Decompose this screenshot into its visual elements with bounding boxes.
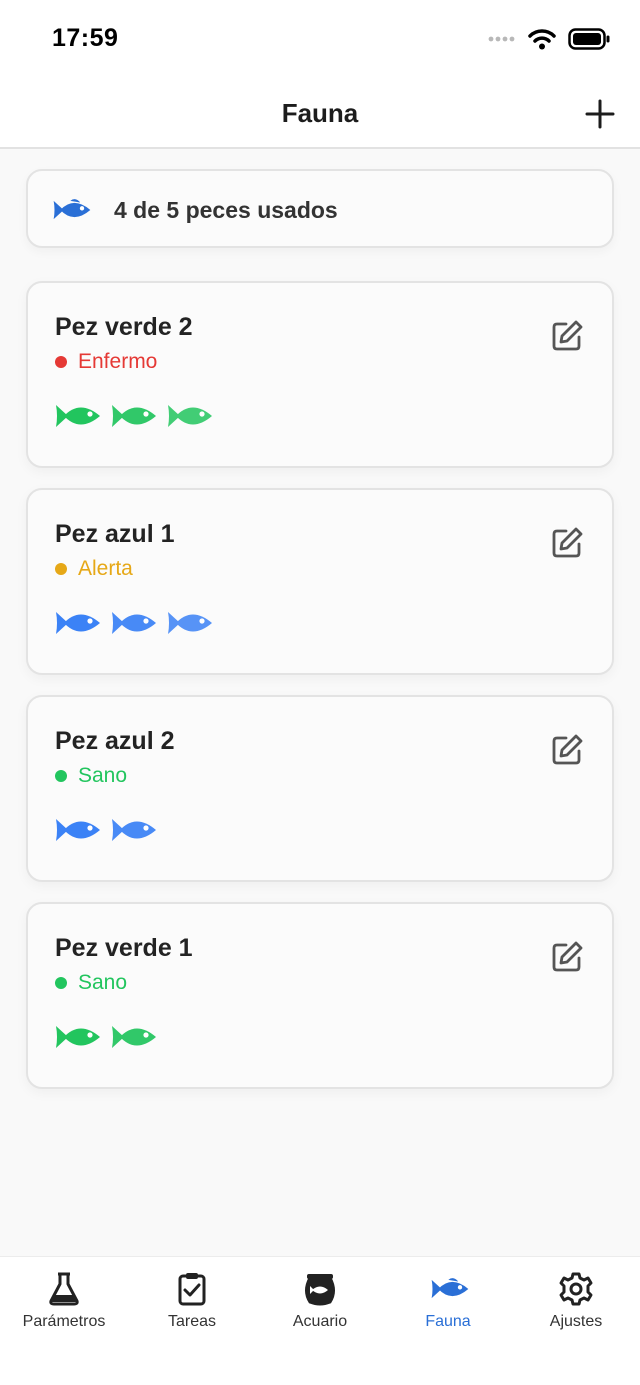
battery-icon — [568, 28, 610, 50]
cellular-signal-icon — [488, 36, 515, 42]
tab-label: Fauna — [425, 1313, 471, 1330]
edit-button[interactable] — [550, 526, 584, 560]
flask-icon — [49, 1272, 79, 1306]
fish-icon — [112, 612, 156, 634]
add-fish-button[interactable] — [584, 98, 616, 130]
aquarium-icon — [305, 1274, 335, 1306]
tab-fauna[interactable]: Fauna — [384, 1257, 512, 1357]
fish-count-icons — [54, 815, 158, 845]
fish-icon — [431, 1278, 469, 1299]
status-label: Alerta — [78, 557, 133, 580]
health-status: Enfermo — [55, 350, 157, 374]
health-status: Sano — [55, 971, 127, 995]
fish-icon — [56, 405, 100, 427]
tab-bar: Parámetros Tareas Acuario Fauna Ajustes — [0, 1256, 640, 1385]
fish-name: Pez verde 1 — [55, 934, 193, 962]
fish-icon — [56, 612, 100, 634]
navigation-header: Fauna — [0, 80, 640, 149]
fish-icon — [112, 819, 156, 841]
tab-label: Tareas — [167, 1313, 217, 1330]
fish-icon — [168, 612, 212, 634]
clipboard-check-icon — [178, 1273, 206, 1306]
fish-usage-summary: 4 de 5 peces usados — [26, 169, 614, 248]
fish-icon — [56, 819, 100, 841]
tab-tareas[interactable]: Tareas — [128, 1257, 256, 1357]
edit-button[interactable] — [550, 319, 584, 353]
fish-card[interactable]: Pez verde 1 Sano — [26, 902, 614, 1089]
fish-icon — [56, 1026, 100, 1048]
status-time: 17:59 — [52, 24, 119, 52]
fish-count-icons — [54, 608, 214, 638]
status-dot — [55, 563, 67, 575]
tab-label: Ajustes — [549, 1313, 603, 1330]
gear-icon — [559, 1272, 593, 1306]
tab-label: Parámetros — [22, 1313, 106, 1330]
status-bar: 17:59 — [0, 0, 640, 80]
fish-icon — [112, 405, 156, 427]
status-dot — [55, 977, 67, 989]
fish-usage-text: 4 de 5 peces usados — [114, 197, 338, 223]
health-status: Sano — [55, 764, 127, 788]
fish-count-icons — [54, 401, 214, 431]
tab-acuario[interactable]: Acuario — [256, 1257, 384, 1357]
tab-label: Acuario — [292, 1313, 348, 1330]
tab-ajustes[interactable]: Ajustes — [512, 1257, 640, 1357]
fish-name: Pez azul 2 — [55, 727, 175, 755]
fish-name: Pez verde 2 — [55, 313, 193, 341]
fish-name: Pez azul 1 — [55, 520, 175, 548]
fish-icon — [168, 405, 212, 427]
page-title: Fauna — [281, 98, 359, 128]
fish-icon — [53, 199, 91, 220]
fish-card[interactable]: Pez azul 2 Sano — [26, 695, 614, 882]
status-dot — [55, 770, 67, 782]
fish-card[interactable]: Pez verde 2 Enfermo — [26, 281, 614, 468]
health-status: Alerta — [55, 557, 133, 581]
fish-count-icons — [54, 1022, 158, 1052]
tab-parametros[interactable]: Parámetros — [0, 1257, 128, 1357]
status-label: Sano — [78, 764, 128, 787]
fish-icon — [112, 1026, 156, 1048]
status-dot — [55, 356, 67, 368]
status-icons — [488, 28, 610, 50]
fish-card[interactable]: Pez azul 1 Alerta — [26, 488, 614, 675]
wifi-icon — [528, 29, 556, 50]
edit-button[interactable] — [550, 940, 584, 974]
status-label: Enfermo — [78, 350, 158, 373]
edit-button[interactable] — [550, 733, 584, 767]
status-label: Sano — [78, 971, 128, 994]
